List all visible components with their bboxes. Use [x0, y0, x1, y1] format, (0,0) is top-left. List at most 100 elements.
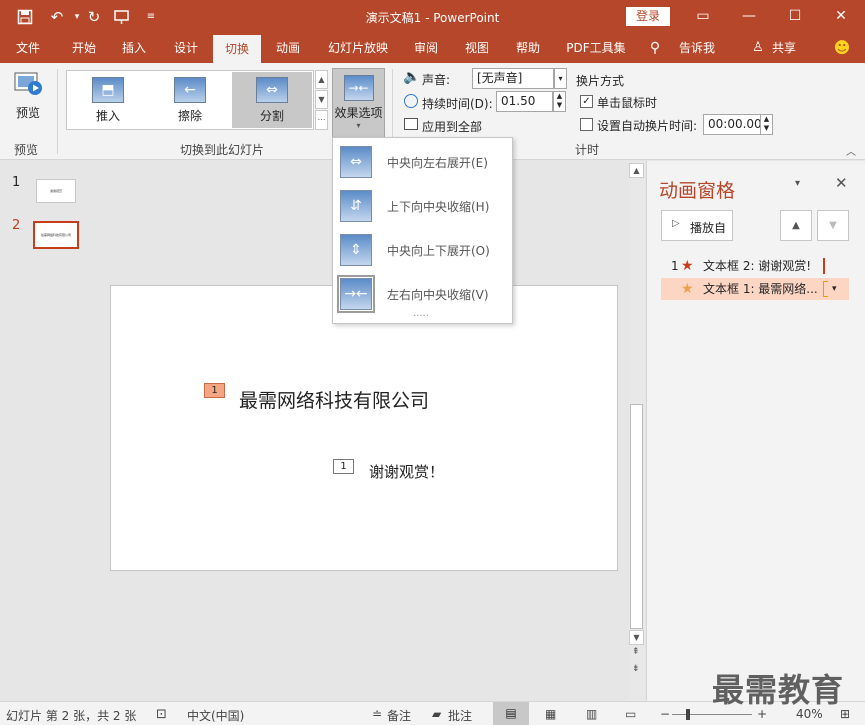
tab-review[interactable]: 审阅	[404, 33, 448, 63]
apply-all-button[interactable]: 应用到全部	[422, 118, 482, 135]
undo-icon[interactable]: ↶	[46, 6, 68, 28]
tab-animations[interactable]: 动画	[266, 33, 310, 63]
horizontal-in-icon: →←	[337, 275, 375, 313]
sound-dropdown[interactable]: [无声音]	[472, 68, 554, 89]
slide-title-textbox[interactable]: 最需网络科技有限公司	[239, 386, 429, 413]
slide-sorter-icon[interactable]: ▦	[545, 707, 556, 721]
zoom-slider-thumb[interactable]	[686, 709, 690, 720]
item-dropdown-icon[interactable]: ▾	[832, 278, 837, 300]
effect-options-icon: →←	[343, 75, 374, 101]
redo-icon[interactable]: ↻	[83, 6, 105, 28]
present-icon[interactable]	[111, 6, 133, 28]
tab-slideshow[interactable]: 幻灯片放映	[322, 33, 394, 63]
lightbulb-icon[interactable]: ⚲	[645, 33, 665, 63]
play-from-button[interactable]: ▷ 播放自	[661, 210, 733, 241]
slide-thumbnail-1[interactable]: 谢谢观赏	[36, 179, 76, 203]
animation-item[interactable]: 1 ★ 文本框 2: 谢谢观赏!	[661, 255, 849, 277]
animation-item-label: 文本框 2: 谢谢观赏!	[703, 259, 812, 273]
star-icon: ★	[681, 281, 694, 297]
animation-tag[interactable]: 1	[204, 383, 225, 398]
language-indicator[interactable]: 中文(中国)	[187, 707, 244, 724]
effect-vertical-out[interactable]: ⇕ 中央向上下展开(O)	[334, 228, 511, 272]
tab-design[interactable]: 设计	[164, 33, 208, 63]
collapse-ribbon-icon[interactable]: ︿	[846, 143, 856, 158]
tab-pdf-tools[interactable]: PDF工具集	[560, 33, 632, 63]
gallery-scroll-up-icon[interactable]: ▲	[315, 70, 328, 89]
thumbnail-text: 最需网络科技有限公司	[40, 233, 71, 237]
slide-thumbnail-pane: 1 谢谢观赏 2 最需网络科技有限公司	[0, 161, 98, 701]
duration-input[interactable]: 01.50	[496, 91, 553, 112]
sound-icon: 🔈	[403, 69, 421, 85]
tab-file[interactable]: 文件	[6, 33, 50, 63]
preview-label: 预览	[15, 106, 40, 120]
tab-view[interactable]: 视图	[455, 33, 499, 63]
auto-advance-spinner-icon[interactable]: ▲ ▼	[760, 114, 773, 135]
chevron-down-icon: ▾	[356, 121, 361, 130]
next-slide-icon[interactable]: ⇟	[632, 664, 640, 674]
tab-transitions[interactable]: 切换	[213, 35, 261, 63]
save-icon[interactable]	[14, 6, 36, 28]
watermark: 最需教育	[712, 671, 845, 709]
slide-subtitle-textbox[interactable]: 谢谢观赏！	[369, 461, 444, 482]
scroll-down-icon[interactable]: ▼	[629, 630, 644, 645]
zoom-out-icon[interactable]: −	[660, 707, 670, 721]
on-click-checkbox[interactable]: ✓	[580, 95, 593, 108]
login-button[interactable]: 登录	[626, 7, 670, 26]
push-icon: ⬒	[92, 77, 124, 103]
move-up-icon[interactable]: ▲	[780, 210, 812, 241]
effect-options-label: 效果选项	[334, 106, 383, 120]
maximize-icon[interactable]: ☐	[772, 0, 818, 33]
move-down-icon[interactable]: ▼	[817, 210, 849, 241]
animation-tag[interactable]: 1	[333, 459, 354, 474]
comments-button[interactable]: 批注	[448, 707, 472, 724]
preview-button[interactable]: 预览	[10, 69, 46, 129]
slideshow-icon[interactable]: ▭	[625, 707, 636, 721]
slide-thumbnail-2[interactable]: 最需网络科技有限公司	[33, 221, 79, 249]
tab-home[interactable]: 开始	[60, 33, 108, 63]
sound-chevron-icon[interactable]: ▾	[554, 68, 567, 89]
transition-split[interactable]: ⇔ 分割	[232, 72, 312, 128]
tab-insert[interactable]: 插入	[112, 33, 156, 63]
close-pane-icon[interactable]: ✕	[835, 174, 848, 192]
advance-slide-title: 换片方式	[576, 74, 625, 88]
effect-options-button[interactable]: →← 效果选项 ▾	[332, 68, 385, 138]
menu-resize-grip[interactable]: .....	[413, 308, 429, 319]
transition-wipe-label: 擦除	[177, 109, 202, 123]
animation-item-selected[interactable]: ★ 文本框 1: 最需网络... ▾	[661, 278, 849, 300]
animation-item-index: 1	[671, 259, 679, 273]
gallery-more-icon[interactable]: ⋯	[315, 110, 328, 130]
effect-horizontal-out[interactable]: ⇔ 中央向左右展开(E)	[334, 140, 511, 184]
pane-options-icon[interactable]: ▾	[795, 178, 800, 189]
timeline-bar	[823, 258, 825, 274]
effect-vertical-in[interactable]: ⇵ 上下向中央收缩(H)	[334, 184, 511, 228]
tell-me-search[interactable]: 告诉我	[672, 33, 722, 63]
close-icon[interactable]: ✕	[818, 0, 864, 33]
normal-view-icon[interactable]: ▤	[493, 702, 529, 725]
customize-quick-access-icon[interactable]: ≡	[140, 6, 162, 28]
reading-view-icon[interactable]: ▥	[586, 707, 597, 721]
notes-button[interactable]: 备注	[387, 707, 411, 724]
scroll-thumb[interactable]	[630, 404, 643, 629]
duration-clock-icon	[404, 94, 418, 108]
transition-push[interactable]: ⬒ 推入	[68, 72, 148, 128]
scroll-up-icon[interactable]: ▲	[629, 163, 644, 178]
tab-help[interactable]: 帮助	[506, 33, 550, 63]
slide-scrollbar[interactable]: ▲ ▼ ⇞ ⇟	[629, 161, 645, 701]
preview-icon	[14, 72, 42, 95]
animation-pane: 动画窗格 ▾ ✕ ▷ 播放自 ▲ ▼ 1 ★ 文本框 2: 谢谢观赏! ★ 文本…	[646, 161, 865, 701]
auto-advance-checkbox[interactable]	[580, 118, 593, 131]
zoom-slider[interactable]	[672, 714, 752, 715]
slide-canvas[interactable]: 1 最需网络科技有限公司 1 谢谢观赏！	[110, 285, 618, 571]
smiley-icon[interactable]: ☻	[830, 33, 854, 63]
minimize-icon[interactable]: —	[726, 0, 772, 33]
effect-horizontal-in-label: 左右向中央收缩(V)	[387, 288, 489, 302]
spellcheck-icon[interactable]: ⊡	[156, 707, 167, 722]
effect-vertical-out-label: 中央向上下展开(O)	[387, 244, 490, 258]
auto-advance-time-input[interactable]: 00:00.00	[703, 114, 762, 135]
share-button[interactable]: 共享	[768, 33, 800, 63]
previous-slide-icon[interactable]: ⇞	[632, 647, 640, 657]
ribbon-display-icon[interactable]: ▭	[680, 0, 726, 33]
gallery-scroll-down-icon[interactable]: ▼	[315, 90, 328, 109]
duration-spinner-icon[interactable]: ▲ ▼	[553, 91, 566, 112]
transition-wipe[interactable]: ← 擦除	[150, 72, 230, 128]
